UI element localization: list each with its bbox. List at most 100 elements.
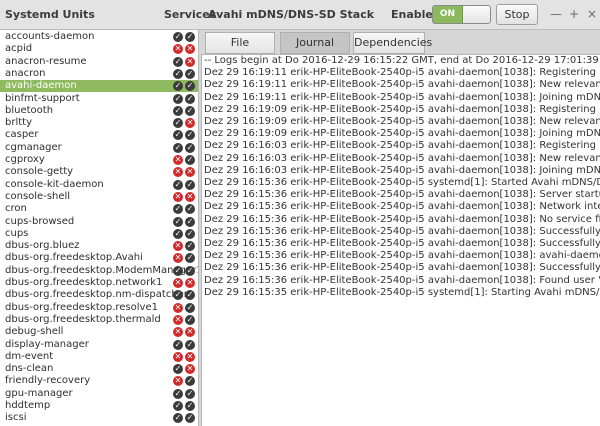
unit-row[interactable]: iscsi ✓ ✓ bbox=[0, 412, 198, 424]
check-icon: ✓ bbox=[173, 81, 183, 92]
cross-icon: ✕ bbox=[185, 364, 195, 375]
log-line: Dez 29 16:19:09 erik-HP-EliteBook-2540p-… bbox=[204, 116, 600, 127]
check-icon: ✓ bbox=[185, 241, 195, 252]
check-icon: ✓ bbox=[173, 204, 183, 215]
check-icon: ✓ bbox=[173, 413, 183, 424]
check-icon: ✓ bbox=[173, 93, 183, 104]
maximize-icon[interactable]: + bbox=[566, 6, 582, 22]
unit-name: dbus-org.freedesktop.resolve1 bbox=[5, 301, 158, 313]
check-icon: ✓ bbox=[173, 142, 183, 153]
unit-name: dbus-org.bluez bbox=[5, 240, 80, 252]
unit-name: cron bbox=[5, 203, 27, 215]
unit-name: avahi-daemon bbox=[5, 80, 77, 92]
cross-icon: ✕ bbox=[173, 314, 183, 325]
header-bar: Systemd Units Services Avahi mDNS/DNS-SD… bbox=[0, 0, 600, 30]
check-icon: ✓ bbox=[173, 216, 183, 227]
check-icon: ✓ bbox=[185, 290, 195, 301]
log-line: Dez 29 16:15:36 erik-HP-EliteBook-2540p-… bbox=[204, 177, 600, 188]
log-line: -- Logs begin at Do 2016-12-29 16:15:22 … bbox=[204, 55, 600, 66]
check-icon: ✓ bbox=[185, 105, 195, 116]
tab-journal[interactable]: Journal bbox=[280, 32, 350, 54]
check-icon: ✓ bbox=[173, 56, 183, 67]
unit-name: dbus-org.freedesktop.nm-dispatcher bbox=[5, 289, 188, 301]
log-line: Dez 29 16:19:11 erik-HP-EliteBook-2540p-… bbox=[204, 79, 600, 91]
tab-file[interactable]: File bbox=[205, 32, 275, 54]
cross-icon: ✕ bbox=[185, 44, 195, 55]
unit-name: anacron bbox=[5, 67, 46, 79]
cross-icon: ✕ bbox=[173, 302, 183, 313]
check-icon: ✓ bbox=[185, 253, 195, 264]
cross-icon: ✕ bbox=[173, 376, 183, 387]
enabled-toggle[interactable]: ON bbox=[432, 5, 491, 24]
cross-icon: ✕ bbox=[173, 351, 183, 362]
unit-name: hddtemp bbox=[5, 400, 51, 411]
check-icon: ✓ bbox=[185, 314, 195, 325]
unit-name: brltty bbox=[5, 117, 32, 129]
check-icon: ✓ bbox=[173, 228, 183, 239]
units-list[interactable]: accounts-daemon ✓ ✓ acpid ✕ ✕ anacron-resume ✓ ✕… bbox=[0, 30, 199, 426]
log-line: Dez 29 16:15:36 erik-HP-EliteBook-2540p-… bbox=[204, 201, 600, 213]
unit-name: dbus-org.freedesktop.network1 bbox=[5, 277, 163, 288]
check-icon: ✓ bbox=[173, 265, 183, 276]
log-line: Dez 29 16:15:36 erik-HP-EliteBook-2540p-… bbox=[204, 213, 600, 225]
cross-icon: ✕ bbox=[173, 191, 183, 202]
unit-row[interactable]: cups-browsed ✓ ✓ bbox=[0, 215, 198, 228]
check-icon: ✓ bbox=[173, 339, 183, 350]
log-line: Dez 29 16:16:03 erik-HP-EliteBook-2540p-… bbox=[204, 140, 600, 152]
check-icon: ✓ bbox=[173, 118, 183, 129]
check-icon: ✓ bbox=[173, 68, 183, 79]
cross-icon: ✕ bbox=[173, 327, 183, 338]
unit-name: cgproxy bbox=[5, 154, 45, 165]
unit-name: dbus-org.freedesktop.Avahi bbox=[5, 252, 143, 264]
unit-name: cups bbox=[5, 227, 29, 239]
unit-name: friendly-recovery bbox=[5, 375, 91, 387]
check-icon: ✓ bbox=[185, 302, 195, 313]
journal-log[interactable]: -- Logs begin at Do 2016-12-29 16:15:22 … bbox=[201, 54, 600, 426]
cross-icon: ✕ bbox=[173, 253, 183, 264]
unit-name: dns-clean bbox=[5, 363, 54, 375]
check-icon: ✓ bbox=[185, 376, 195, 387]
cross-icon: ✕ bbox=[185, 56, 195, 67]
log-line: Dez 29 16:19:11 erik-HP-EliteBook-2540p-… bbox=[204, 91, 600, 103]
unit-row[interactable]: hddtemp ✓ ✓ bbox=[0, 400, 198, 412]
minimize-icon[interactable]: — bbox=[548, 6, 564, 22]
log-line: Dez 29 16:15:36 erik-HP-EliteBook-2540p-… bbox=[204, 274, 600, 286]
unit-title: Avahi mDNS/DNS-SD Stack bbox=[208, 8, 375, 21]
log-line: Dez 29 16:16:03 erik-HP-EliteBook-2540p-… bbox=[204, 152, 600, 164]
cross-icon: ✕ bbox=[173, 155, 183, 165]
check-icon: ✓ bbox=[173, 179, 183, 190]
close-icon[interactable]: × bbox=[584, 6, 600, 22]
systemd-units-label: Systemd Units bbox=[5, 8, 95, 21]
toggle-knob[interactable] bbox=[464, 6, 490, 23]
cross-icon: ✕ bbox=[185, 118, 195, 129]
unit-name: cups-browsed bbox=[5, 215, 75, 227]
log-line: Dez 29 16:15:36 erik-HP-EliteBook-2540p-… bbox=[204, 250, 600, 262]
unit-name: debug-shell bbox=[5, 326, 64, 338]
log-line: Dez 29 16:19:09 erik-HP-EliteBook-2540p-… bbox=[204, 103, 600, 115]
unit-name: gpu-manager bbox=[5, 387, 73, 399]
log-line: Dez 29 16:15:36 erik-HP-EliteBook-2540p-… bbox=[204, 238, 600, 249]
unit-name: anacron-resume bbox=[5, 55, 87, 67]
check-icon: ✓ bbox=[173, 130, 183, 141]
check-icon: ✓ bbox=[185, 32, 195, 42]
cross-icon: ✕ bbox=[185, 351, 195, 362]
log-line: Dez 29 16:19:11 erik-HP-EliteBook-2540p-… bbox=[204, 67, 600, 79]
unit-name: acpid bbox=[5, 43, 33, 55]
check-icon: ✓ bbox=[185, 401, 195, 411]
cross-icon: ✕ bbox=[185, 278, 195, 288]
cross-icon: ✕ bbox=[185, 191, 195, 202]
cross-icon: ✕ bbox=[173, 278, 183, 288]
check-icon: ✓ bbox=[185, 142, 195, 153]
cross-icon: ✕ bbox=[185, 167, 195, 178]
stop-button[interactable]: Stop bbox=[496, 4, 538, 25]
check-icon: ✓ bbox=[185, 388, 195, 399]
log-line: Dez 29 16:16:03 erik-HP-EliteBook-2540p-… bbox=[204, 164, 600, 176]
log-line: Dez 29 16:15:36 erik-HP-EliteBook-2540p-… bbox=[204, 225, 600, 237]
cross-icon: ✕ bbox=[173, 241, 183, 252]
tab-dependencies[interactable]: Dependencies bbox=[353, 32, 432, 54]
check-icon: ✓ bbox=[185, 155, 195, 165]
unit-name: accounts-daemon bbox=[5, 31, 95, 42]
tab-bar: File Journal Dependencies bbox=[205, 32, 600, 54]
unit-row[interactable]: console-shell ✕ ✕ bbox=[0, 191, 198, 203]
check-icon: ✓ bbox=[185, 339, 195, 350]
